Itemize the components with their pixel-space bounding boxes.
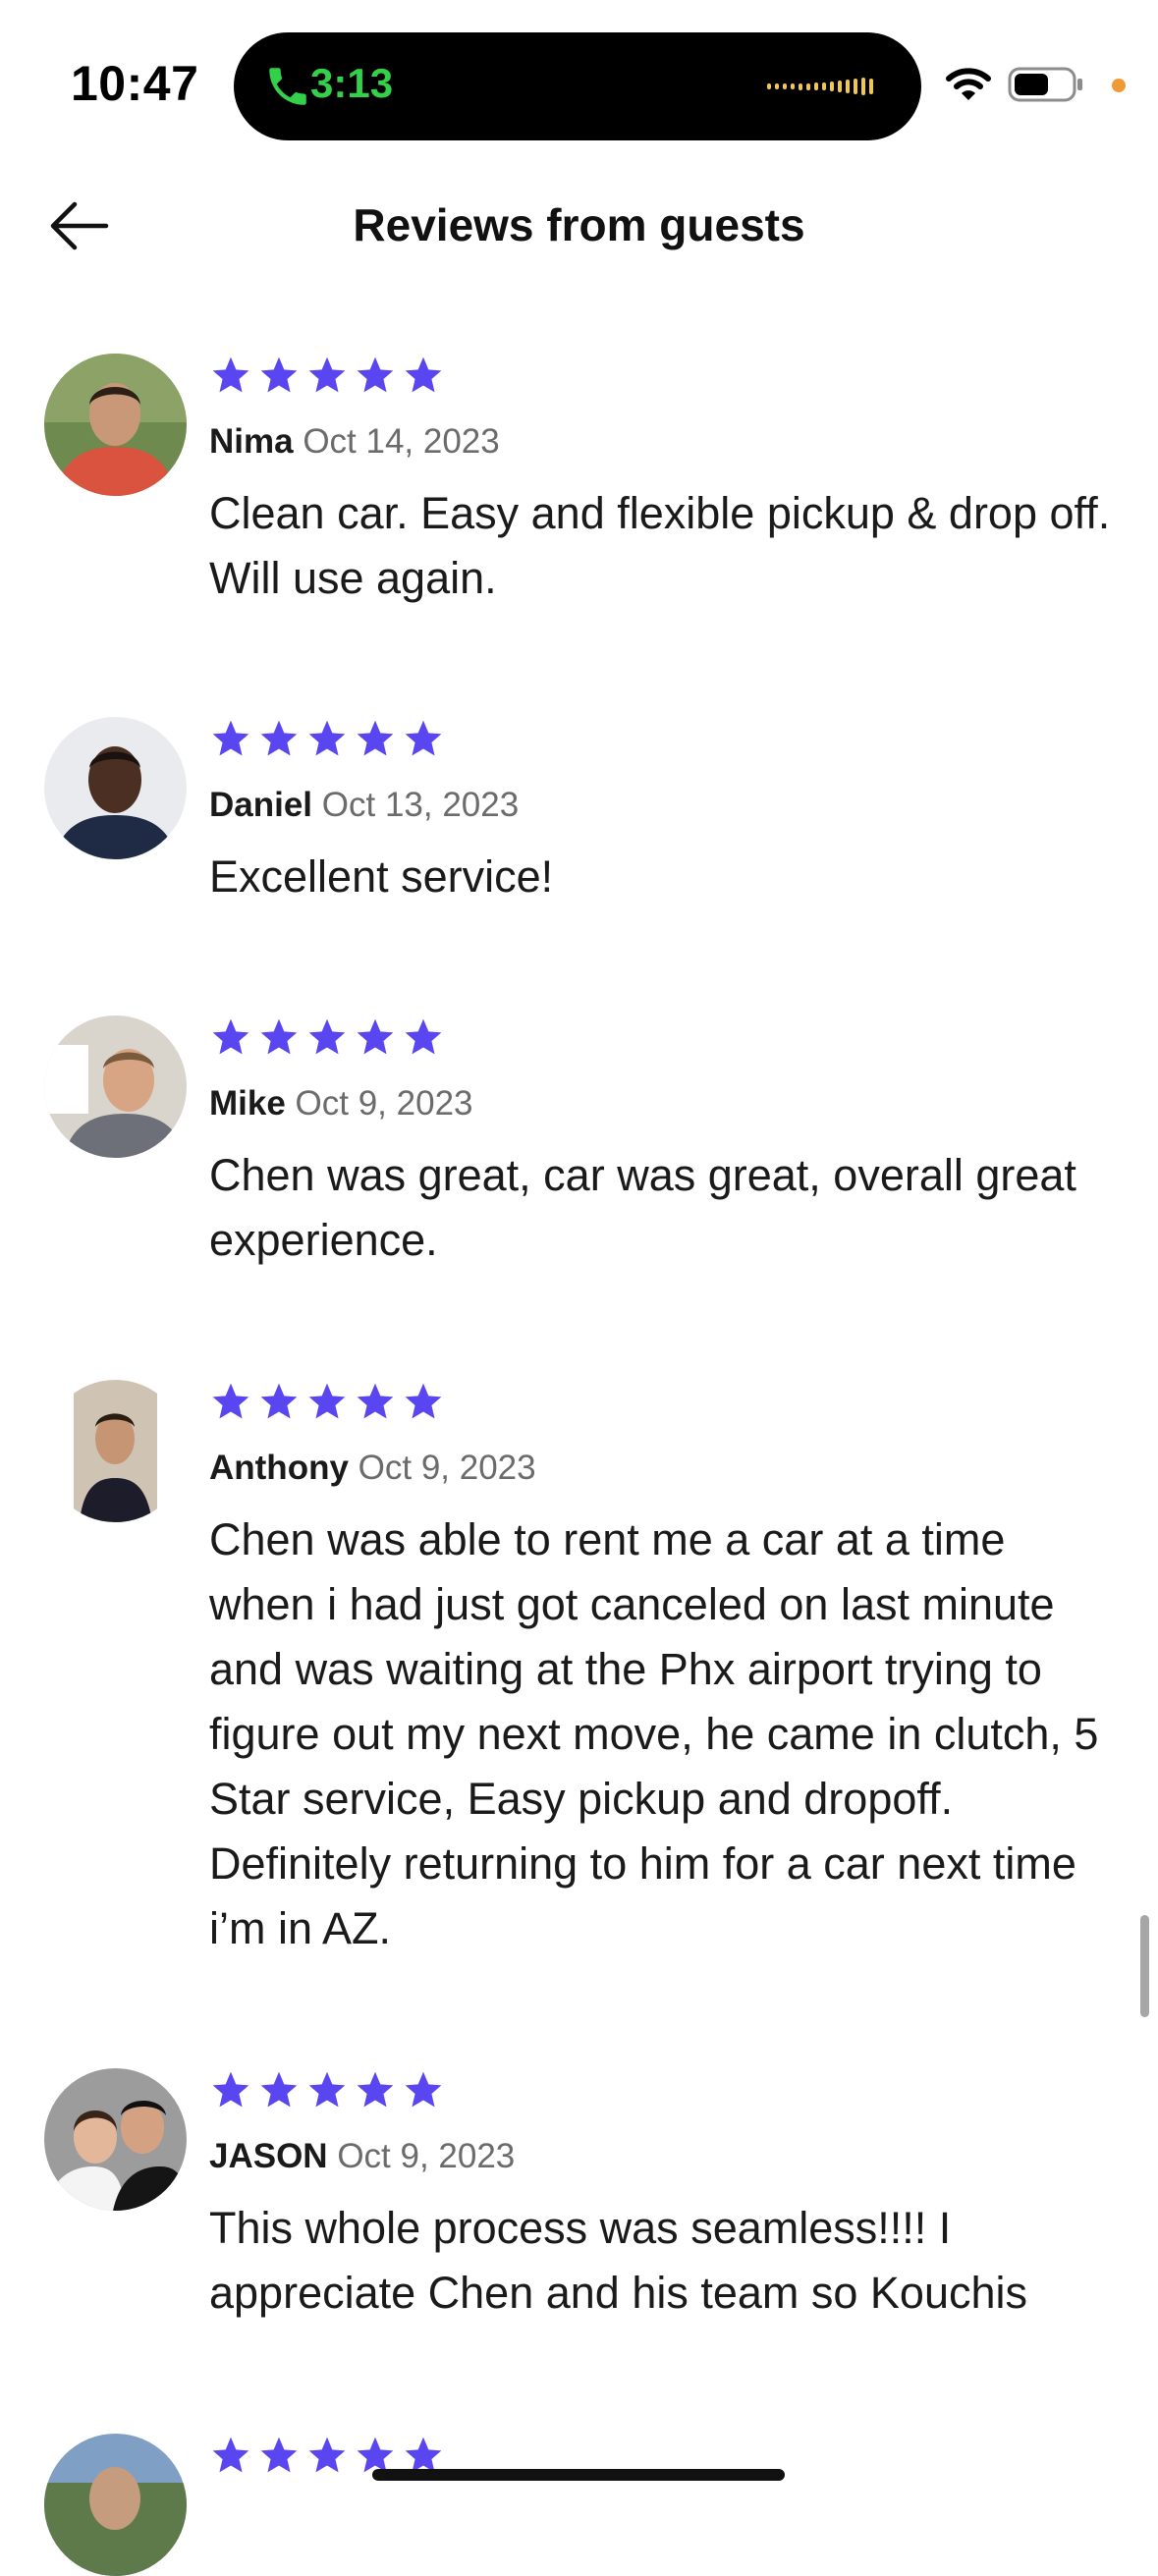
star-icon xyxy=(212,2071,249,2108)
star-icon xyxy=(405,1018,442,1055)
star-rating xyxy=(209,1015,1123,1059)
reviewer-name: Daniel xyxy=(209,786,313,824)
star-icon xyxy=(405,356,442,393)
star-icon xyxy=(308,1018,346,1055)
review-text: Chen was able to rent me a car at a time… xyxy=(209,1514,1099,1953)
star-rating xyxy=(209,1380,1123,1423)
privacy-indicator-dot xyxy=(1112,79,1126,92)
reviewer-name: Nima xyxy=(209,422,294,461)
phone-icon xyxy=(269,68,306,105)
scrollbar[interactable] xyxy=(1140,1915,1149,2017)
page-header: Reviews from guests xyxy=(0,157,1158,295)
avatar xyxy=(44,2068,187,2211)
review-text: Excellent service! xyxy=(209,851,554,902)
star-icon xyxy=(308,2071,346,2108)
star-icon xyxy=(357,720,394,756)
home-indicator[interactable] xyxy=(372,2469,785,2481)
star-rating xyxy=(209,2068,1123,2111)
avatar xyxy=(44,2434,187,2576)
reviewer-name: JASON xyxy=(209,2137,328,2175)
review-date: Oct 9, 2023 xyxy=(358,1449,536,1487)
star-icon xyxy=(212,2437,249,2473)
star-rating xyxy=(209,354,1123,397)
star-icon xyxy=(405,2071,442,2108)
star-icon xyxy=(405,720,442,756)
star-icon xyxy=(212,1383,249,1419)
star-icon xyxy=(357,356,394,393)
star-icon xyxy=(260,720,298,756)
star-icon xyxy=(308,356,346,393)
review-date: Oct 9, 2023 xyxy=(295,1084,473,1123)
reviewer-name: Mike xyxy=(209,1084,286,1123)
star-icon xyxy=(357,1018,394,1055)
avatar xyxy=(44,1015,187,1158)
review-date: Oct 14, 2023 xyxy=(303,422,500,461)
call-duration: 3:13 xyxy=(310,60,394,106)
star-icon xyxy=(357,2071,394,2108)
star-icon xyxy=(260,2437,298,2473)
review-text: Clean car. Easy and flexible pickup & dr… xyxy=(209,488,1111,603)
review-text: Chen was great, car was great, overall g… xyxy=(209,1150,1076,1265)
dynamic-island-call[interactable]: 3:13 xyxy=(234,32,921,140)
battery-icon xyxy=(1008,67,1082,102)
star-icon xyxy=(260,2071,298,2108)
status-time: 10:47 xyxy=(71,56,199,111)
audio-waveform-icon xyxy=(767,72,873,101)
page-title: Reviews from guests xyxy=(353,199,805,250)
star-icon xyxy=(308,1383,346,1419)
star-icon xyxy=(212,720,249,756)
avatar xyxy=(44,1380,187,1522)
star-icon xyxy=(260,1018,298,1055)
reviewer-name: Anthony xyxy=(209,1449,349,1487)
review-text: This whole process was seamless!!!! I ap… xyxy=(209,2203,1028,2318)
review-date: Oct 9, 2023 xyxy=(337,2137,516,2175)
star-rating xyxy=(209,717,1123,760)
star-icon xyxy=(260,356,298,393)
avatar xyxy=(44,717,187,859)
wifi-icon xyxy=(946,68,991,100)
star-icon xyxy=(212,1018,249,1055)
star-icon xyxy=(260,1383,298,1419)
star-icon xyxy=(308,2437,346,2473)
status-bar: 10:47 3:13 xyxy=(0,0,1158,147)
star-icon xyxy=(308,720,346,756)
star-icon xyxy=(212,356,249,393)
avatar xyxy=(44,354,187,496)
review-date: Oct 13, 2023 xyxy=(321,786,520,824)
star-icon xyxy=(405,1383,442,1419)
star-icon xyxy=(357,1383,394,1419)
